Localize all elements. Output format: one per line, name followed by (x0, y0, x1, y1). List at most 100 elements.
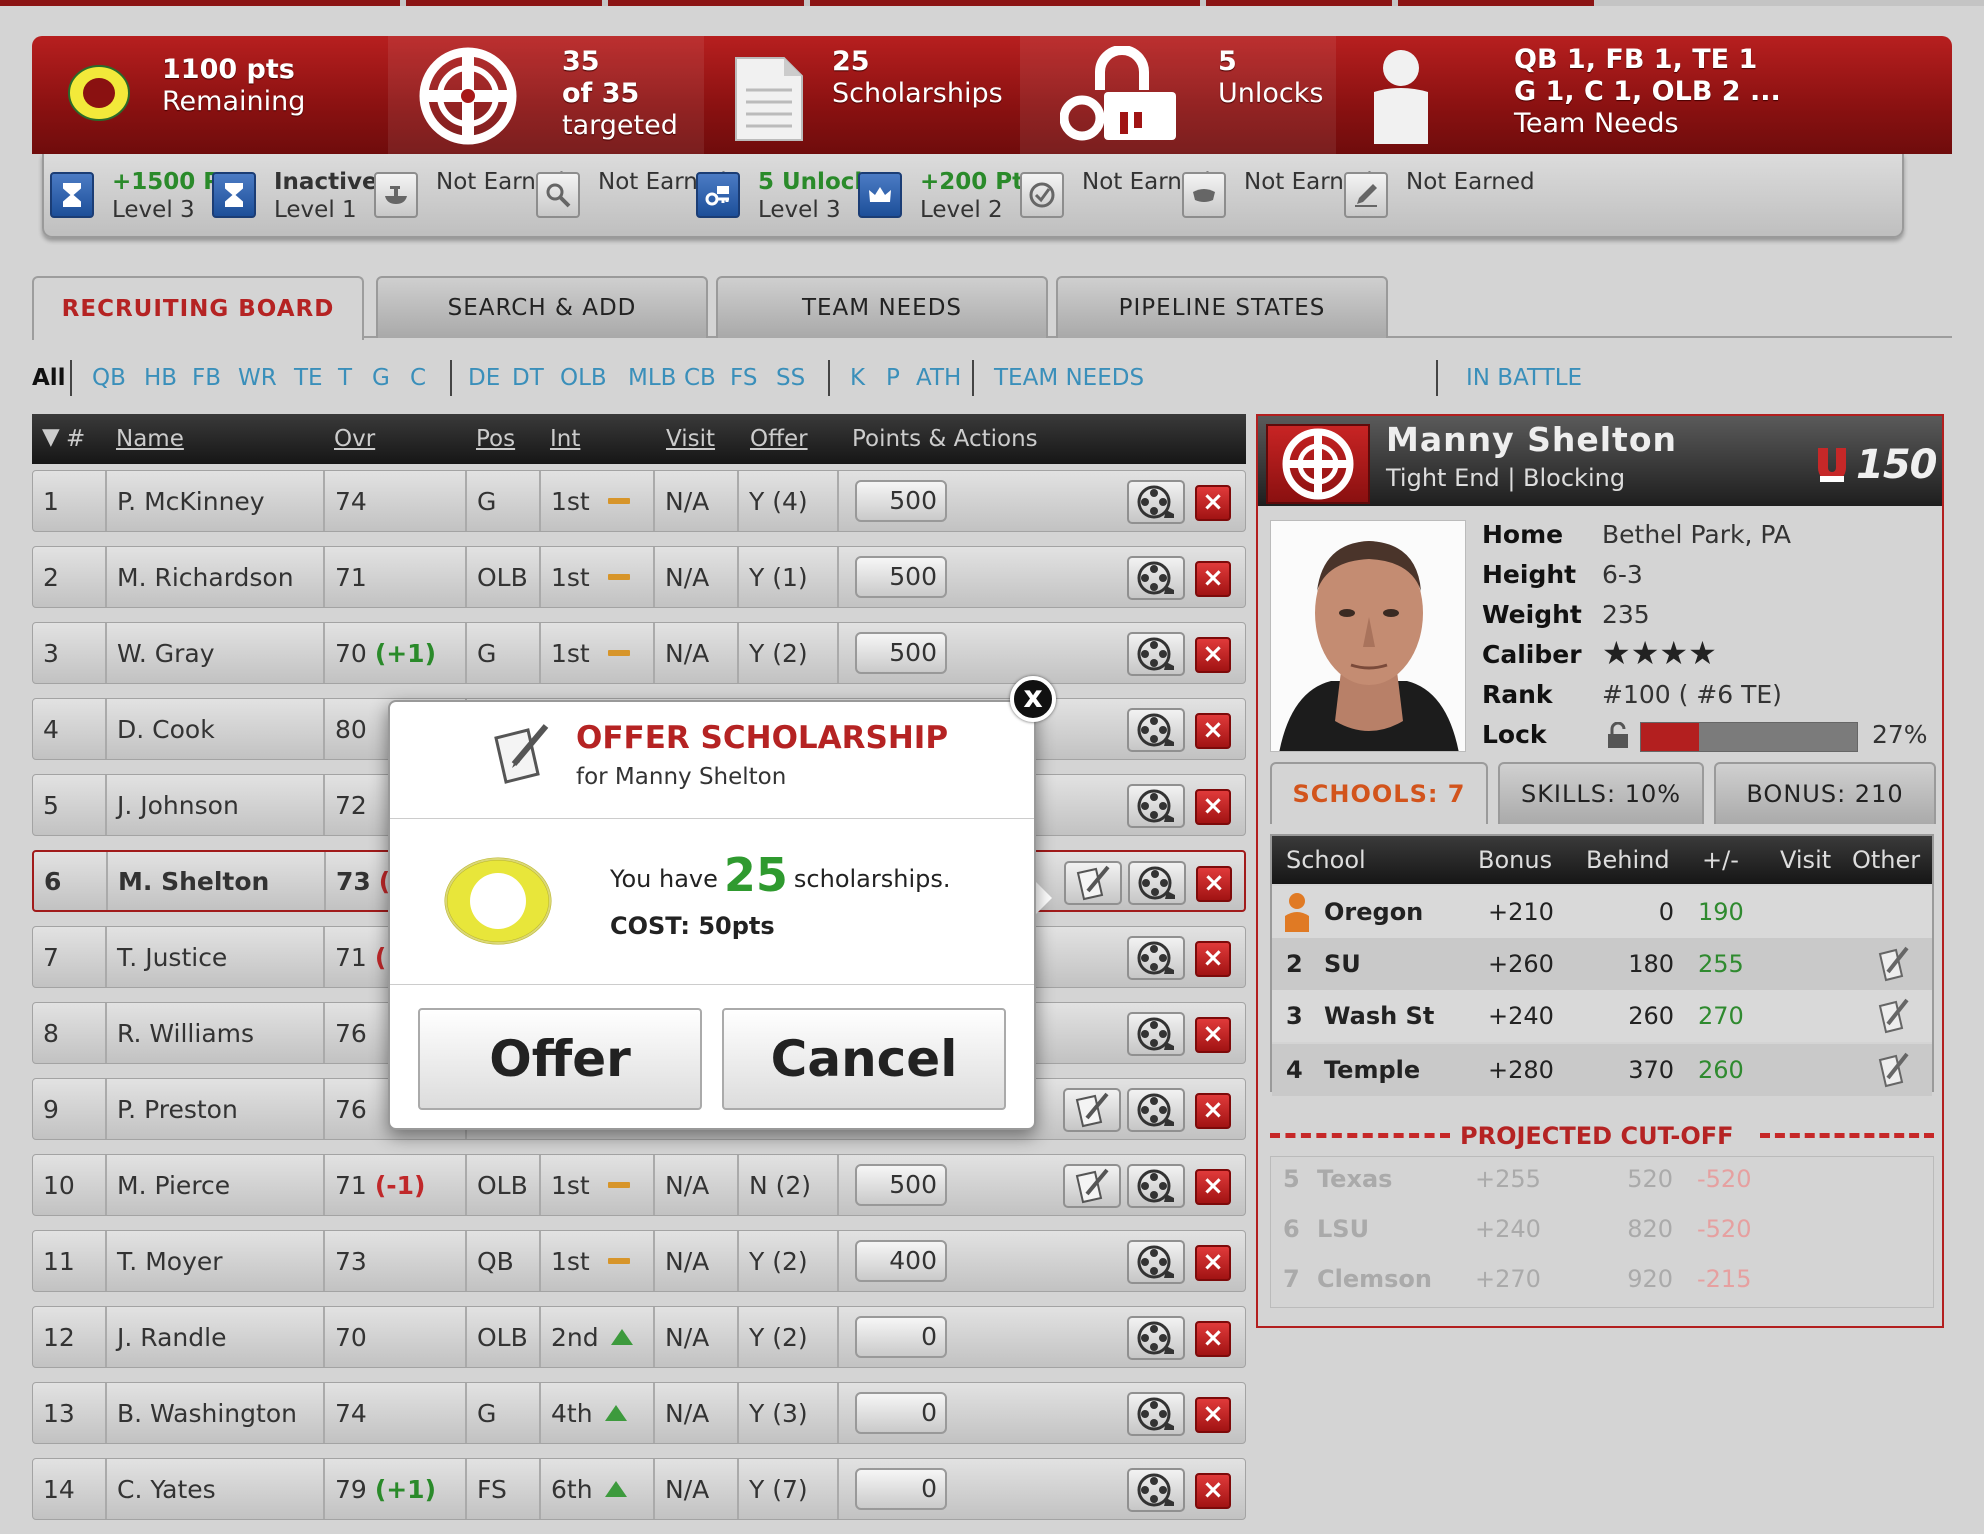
filter-all[interactable]: All (32, 358, 66, 398)
points-input[interactable]: 500 (855, 556, 947, 598)
top-tab[interactable] (0, 0, 400, 6)
school-row[interactable]: 4 Temple +280 370 260 (1272, 1044, 1932, 1096)
table-row[interactable]: 3 W. Gray 70 (+1) G 1st N/A Y (2) 500 × (32, 622, 1246, 684)
achievement-9[interactable]: Not Earned (1344, 162, 1535, 226)
player-name[interactable]: D. Cook (107, 699, 325, 759)
filter-olb[interactable]: OLB (560, 358, 607, 398)
points-input[interactable]: 0 (855, 1468, 947, 1510)
tab-schools[interactable]: SCHOOLS: 7 (1270, 762, 1488, 824)
filter-in-battle[interactable]: IN BATTLE (1466, 358, 1582, 398)
film-button[interactable] (1127, 1240, 1185, 1284)
player-name[interactable]: M. Pierce (107, 1155, 325, 1215)
close-dialog-button[interactable]: x (1010, 676, 1056, 722)
tab-skills[interactable]: SKILLS: 10% (1498, 762, 1704, 824)
col-name[interactable]: Name (116, 426, 184, 452)
achievement-1[interactable]: +1500 Pts Level 3 (50, 162, 245, 226)
tab-pipeline-states[interactable]: PIPELINE STATES (1056, 276, 1388, 338)
tab-recruiting-board[interactable]: RECRUITING BOARD (32, 276, 364, 340)
player-name[interactable]: T. Moyer (107, 1231, 325, 1291)
filter-p[interactable]: P (886, 358, 900, 398)
filter-fb[interactable]: FB (192, 358, 221, 398)
remove-button[interactable]: × (1196, 866, 1232, 902)
top-tab[interactable] (1398, 0, 1594, 6)
film-button[interactable] (1127, 480, 1185, 524)
top-tab[interactable] (1206, 0, 1392, 6)
film-button[interactable] (1127, 632, 1185, 676)
remove-button[interactable]: × (1195, 1017, 1231, 1053)
filter-cb[interactable]: CB (684, 358, 716, 398)
film-button[interactable] (1128, 861, 1186, 905)
offer-scholarship-button[interactable] (1063, 1088, 1121, 1132)
targeted-segment[interactable]: 35 of 35 targeted (388, 36, 704, 154)
remove-button[interactable]: × (1195, 1397, 1231, 1433)
film-button[interactable] (1127, 1164, 1185, 1208)
remove-button[interactable]: × (1195, 561, 1231, 597)
filter-qb[interactable]: QB (92, 358, 126, 398)
film-button[interactable] (1127, 556, 1185, 600)
top-tab[interactable] (810, 0, 1200, 6)
school-row[interactable]: Oregon +210 0 190 (1272, 886, 1932, 938)
school-row[interactable]: 3 Wash St +240 260 270 (1272, 990, 1932, 1042)
film-button[interactable] (1127, 1316, 1185, 1360)
film-button[interactable] (1127, 708, 1185, 752)
top-tab[interactable] (406, 0, 602, 6)
player-name[interactable]: M. Shelton (108, 852, 326, 910)
table-row[interactable]: 12 J. Randle 70 OLB 2nd N/A Y (2) 0 × (32, 1306, 1246, 1368)
col-offer[interactable]: Offer (750, 426, 808, 452)
table-row[interactable]: 11 T. Moyer 73 QB 1st N/A Y (2) 400 × (32, 1230, 1246, 1292)
filter-g[interactable]: G (372, 358, 390, 398)
achievement-7[interactable]: Not Earned (1020, 162, 1211, 226)
filter-t[interactable]: T (338, 358, 352, 398)
points-input[interactable]: 500 (855, 480, 947, 522)
cancel-button[interactable]: Cancel (722, 1008, 1006, 1110)
film-button[interactable] (1127, 936, 1185, 980)
remove-button[interactable]: × (1195, 1473, 1231, 1509)
filter-ss[interactable]: SS (776, 358, 805, 398)
tab-search-add[interactable]: SEARCH & ADD (376, 276, 708, 338)
achievement-3[interactable]: Not Earned (374, 162, 565, 226)
remove-button[interactable]: × (1195, 789, 1231, 825)
offer-scholarship-button[interactable] (1064, 861, 1122, 905)
remove-button[interactable]: × (1195, 941, 1231, 977)
remove-button[interactable]: × (1195, 637, 1231, 673)
col-pos[interactable]: Pos (476, 426, 515, 452)
table-row[interactable]: 13 B. Washington 74 G 4th N/A Y (3) 0 × (32, 1382, 1246, 1444)
film-button[interactable] (1127, 784, 1185, 828)
points-input[interactable]: 500 (855, 632, 947, 674)
table-row[interactable]: 1 P. McKinney 74 G 1st N/A Y (4) 500 × (32, 470, 1246, 532)
sort-arrow-icon[interactable]: ▼ (42, 424, 60, 450)
remove-button[interactable]: × (1195, 1169, 1231, 1205)
points-input[interactable]: 400 (855, 1240, 947, 1282)
offer-button[interactable]: Offer (418, 1008, 702, 1110)
offer-scholarship-button[interactable] (1063, 1164, 1121, 1208)
remove-button[interactable]: × (1195, 1245, 1231, 1281)
filter-k[interactable]: K (850, 358, 865, 398)
table-row[interactable]: 10 M. Pierce 71 (-1) OLB 1st N/A N (2) 500 × (32, 1154, 1246, 1216)
achievement-6[interactable]: +200 Pts Level 2 (858, 162, 1037, 226)
school-row[interactable]: 2 SU +260 180 255 (1272, 938, 1932, 990)
unlocks-segment[interactable]: 5 Unlocks (1020, 36, 1336, 154)
filter-de[interactable]: DE (468, 358, 500, 398)
achievement-8[interactable]: Not Earned (1182, 162, 1373, 226)
achievement-5[interactable]: 5 Unlocks Level 3 (696, 162, 883, 226)
tab-bonus[interactable]: BONUS: 210 (1714, 762, 1936, 824)
player-name[interactable]: J. Randle (107, 1307, 325, 1367)
filter-fs[interactable]: FS (730, 358, 757, 398)
film-button[interactable] (1127, 1088, 1185, 1132)
film-button[interactable] (1127, 1012, 1185, 1056)
col-visit[interactable]: Visit (666, 426, 715, 452)
player-name[interactable]: B. Washington (107, 1383, 325, 1443)
remove-button[interactable]: × (1195, 1093, 1231, 1129)
filter-c[interactable]: C (410, 358, 426, 398)
filter-mlb[interactable]: MLB (628, 358, 676, 398)
achievement-4[interactable]: Not Earned (536, 162, 727, 226)
remove-button[interactable]: × (1195, 713, 1231, 749)
player-name[interactable]: T. Justice (107, 927, 325, 987)
filter-team-needs[interactable]: TEAM NEEDS (994, 358, 1144, 398)
target-button[interactable] (1266, 424, 1370, 504)
points-input[interactable]: 500 (855, 1164, 947, 1206)
table-row[interactable]: 2 M. Richardson 71 OLB 1st N/A Y (1) 500 × (32, 546, 1246, 608)
filter-te[interactable]: TE (294, 358, 323, 398)
film-button[interactable] (1127, 1392, 1185, 1436)
col-int[interactable]: Int (550, 426, 580, 452)
